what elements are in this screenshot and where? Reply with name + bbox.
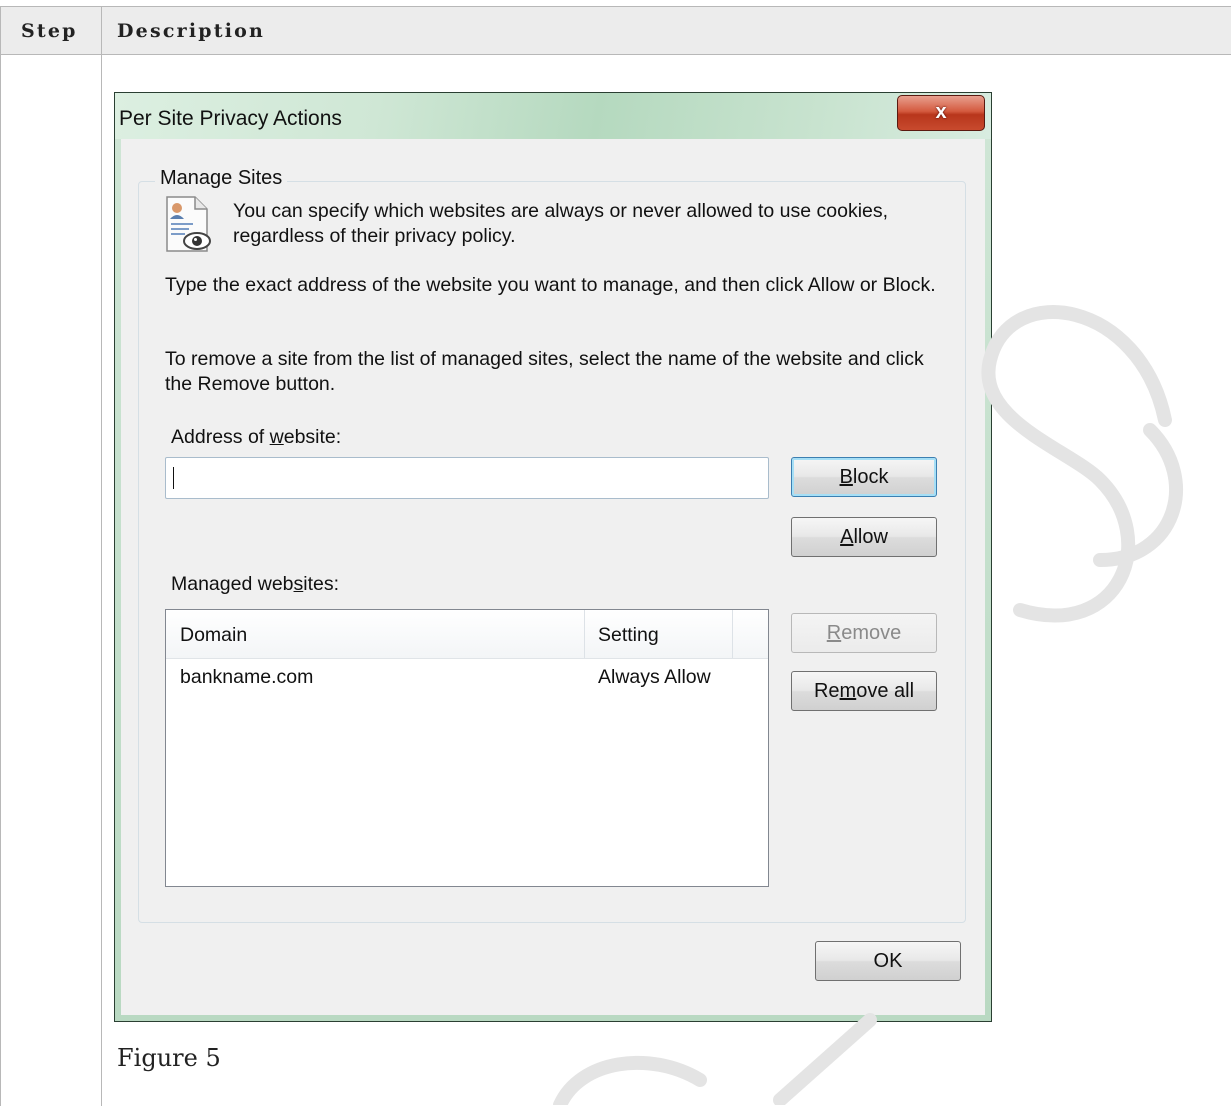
row-setting: Always Allow — [598, 666, 711, 688]
row-domain: bankname.com — [180, 666, 314, 688]
instruction-text-1: Type the exact address of the website yo… — [165, 274, 936, 296]
ok-button[interactable]: OK — [815, 941, 961, 981]
column-divider — [101, 6, 102, 1106]
close-icon: x — [935, 101, 947, 123]
instruction-text-2: To remove a site from the list of manage… — [165, 348, 924, 395]
figure-caption: Figure 5 — [117, 1044, 221, 1072]
list-header: Domain Setting — [166, 610, 768, 659]
close-button[interactable]: x — [897, 95, 985, 131]
column-separator[interactable] — [584, 610, 585, 658]
column-header-domain[interactable]: Domain — [180, 610, 247, 658]
privacy-report-icon — [166, 196, 211, 252]
text-caret — [173, 467, 174, 489]
remove-all-button[interactable]: Remove all — [791, 671, 937, 711]
list-item[interactable]: bankname.com Always Allow — [166, 662, 768, 698]
remove-button[interactable]: Remove — [791, 613, 937, 653]
intro-text: You can specify which websites are alway… — [233, 200, 889, 247]
managed-websites-list[interactable]: Domain Setting bankname.com Always Allow — [165, 609, 769, 887]
address-input[interactable] — [165, 457, 769, 499]
dialog-title: Per Site Privacy Actions — [119, 107, 342, 130]
privacy-dialog: Per Site Privacy Actions x Manage Sites … — [114, 92, 992, 1022]
header-step: Step — [21, 20, 78, 42]
dialog-client-area: Manage Sites You can specify which websi… — [121, 139, 985, 1015]
allow-button[interactable]: Allow — [791, 517, 937, 557]
table-header-row: Step Description — [1, 6, 1231, 55]
address-label: Address of website: — [171, 426, 342, 448]
column-header-setting[interactable]: Setting — [598, 610, 659, 658]
header-description: Description — [117, 20, 266, 42]
dialog-titlebar[interactable]: Per Site Privacy Actions x — [115, 93, 991, 139]
group-label: Manage Sites — [155, 167, 288, 190]
block-button[interactable]: Block — [791, 457, 937, 497]
column-separator[interactable] — [732, 610, 733, 658]
managed-websites-label: Managed websites: — [171, 573, 340, 595]
